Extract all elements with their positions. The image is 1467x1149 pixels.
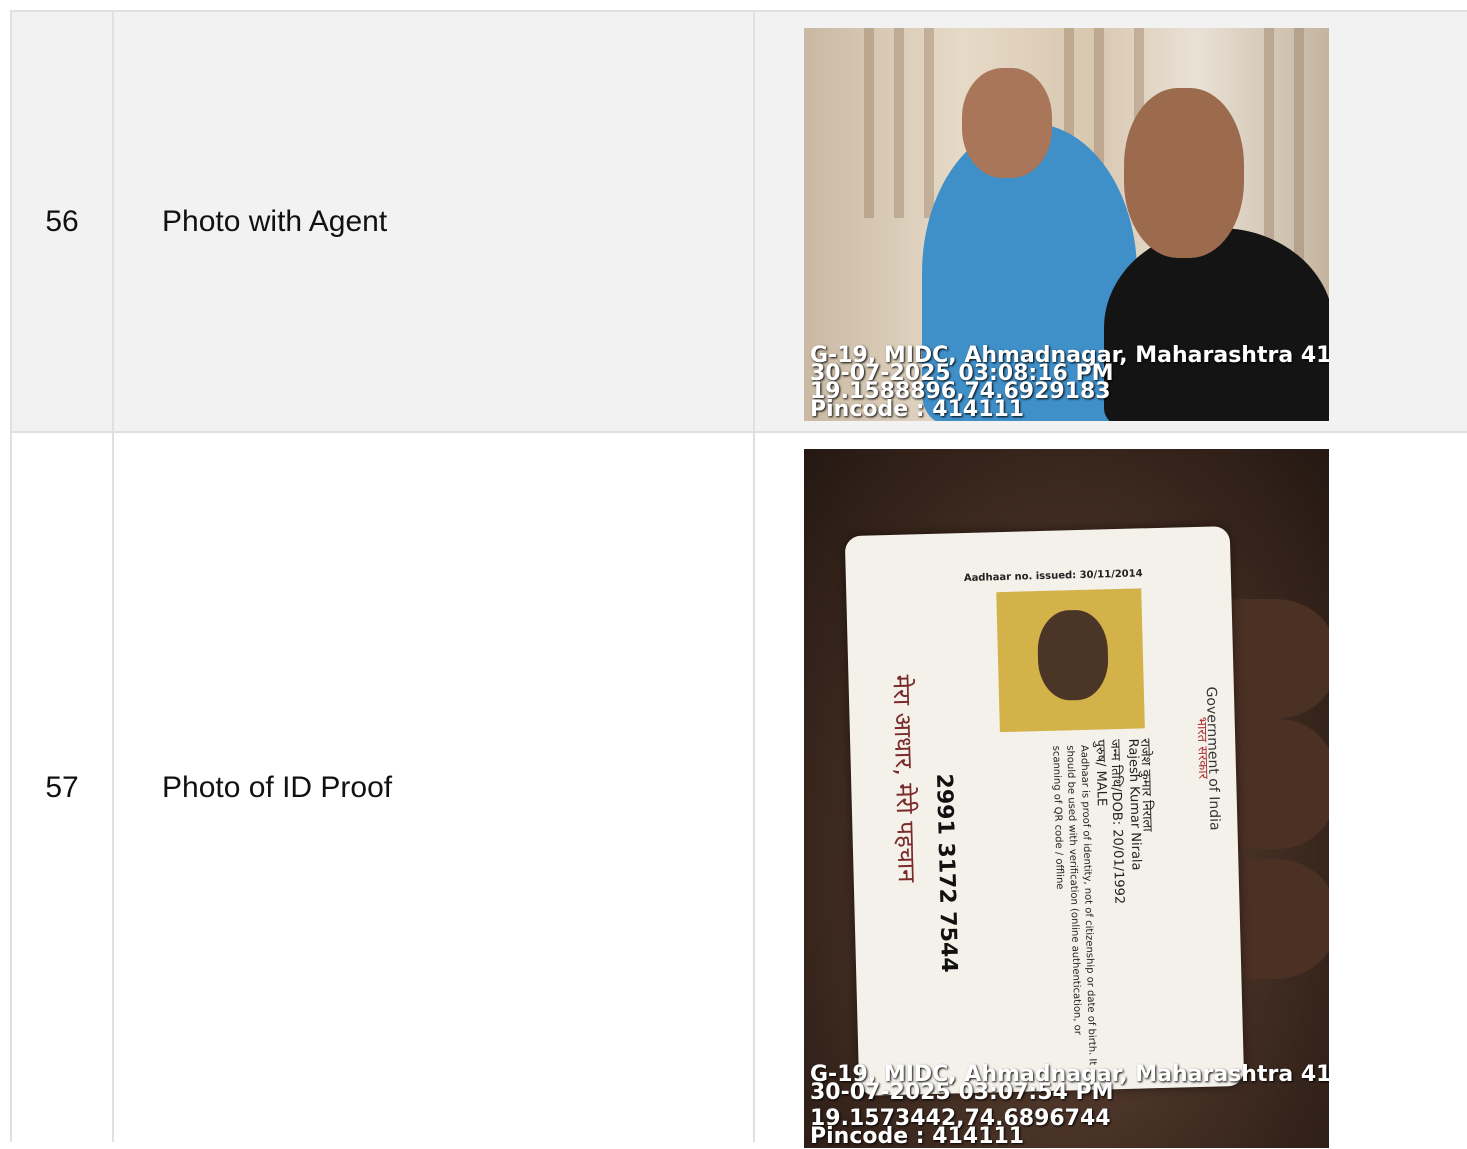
card-slogan: मेरा आधार, मेरी पहचान bbox=[887, 674, 921, 883]
card-govt-hindi: भारत सरकार bbox=[1193, 716, 1211, 780]
photo-cell: G-19, MIDC, Ahmadnagar, Maharashtra 4141… bbox=[757, 12, 1467, 431]
agent-photo[interactable]: G-19, MIDC, Ahmadnagar, Maharashtra 4141… bbox=[804, 28, 1329, 421]
row-number: 56 bbox=[12, 12, 114, 431]
id-card: Aadhaar no. issued: 30/11/2014 Governmen… bbox=[844, 526, 1245, 1096]
person-selfie-head bbox=[1124, 88, 1244, 258]
photo-overlay: G-19, MIDC, Ahmadnagar, Maharashtra 4141… bbox=[810, 345, 1329, 421]
photo-cell: Aadhaar no. issued: 30/11/2014 Governmen… bbox=[757, 433, 1467, 1148]
table-row: 57 Photo of ID Proof Aadhaar no. issued:… bbox=[12, 433, 1467, 1148]
table-row: 56 Photo with Agent G-19, MIDC, Ahmadnag… bbox=[12, 12, 1467, 433]
card-note: Aadhaar is proof of identity, not of cit… bbox=[1050, 744, 1098, 1066]
row-label: Photo of ID Proof bbox=[114, 433, 755, 1142]
card-issued: Aadhaar no. issued: 30/11/2014 bbox=[963, 568, 1143, 585]
photo-table: 56 Photo with Agent G-19, MIDC, Ahmadnag… bbox=[10, 10, 1467, 1148]
row-number: 57 bbox=[12, 433, 114, 1142]
row-label: Photo with Agent bbox=[114, 12, 755, 431]
card-gender: पुरुष/ MALE bbox=[1092, 739, 1109, 807]
id-proof-photo[interactable]: Aadhaar no. issued: 30/11/2014 Governmen… bbox=[804, 449, 1329, 1148]
card-number: 2991 3172 7544 bbox=[930, 773, 962, 973]
card-portrait bbox=[996, 588, 1145, 733]
photo-overlay: G-19, MIDC, Ahmadnagar, Maharashtra 4141… bbox=[810, 1064, 1329, 1148]
person-agent-head bbox=[962, 68, 1052, 178]
